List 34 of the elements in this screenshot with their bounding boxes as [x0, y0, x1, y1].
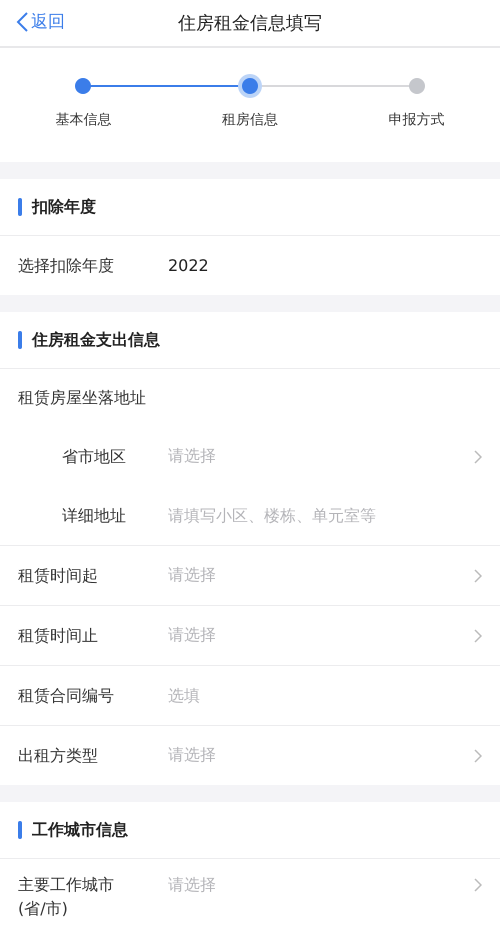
field-label: 租赁时间止	[18, 624, 99, 646]
field-label: 详细地址	[62, 504, 127, 526]
section-title: 扣除年度	[32, 196, 96, 218]
input-field[interactable]: 选填	[168, 686, 482, 705]
step-label: 租房信息	[222, 111, 278, 129]
select-field[interactable]: 请选择	[168, 745, 482, 766]
select-field[interactable]: 请选择	[168, 625, 482, 646]
section-marker	[18, 331, 22, 349]
field-label: 租赁时间起	[18, 564, 99, 586]
section-marker	[18, 821, 22, 839]
back-icon	[16, 10, 29, 32]
field-label: 租赁合同编号	[18, 684, 115, 706]
field-label: 出租方类型	[18, 744, 99, 766]
select-field[interactable]: 请选择	[168, 446, 482, 467]
chevron-right-icon	[474, 568, 482, 582]
step-label: 基本信息	[55, 111, 112, 129]
section-title: 工作城市信息	[32, 820, 128, 840]
field-value: 2022	[168, 256, 209, 275]
chevron-right-icon	[474, 628, 482, 642]
page-title: 住房租金信息填写	[178, 12, 322, 35]
chevron-right-icon	[474, 748, 482, 762]
field-label: 省市地区	[62, 446, 127, 468]
chevron-right-icon	[474, 878, 482, 892]
section-title: 住房租金支出信息	[32, 330, 160, 350]
section-marker	[18, 198, 22, 216]
input-field[interactable]: 请填写小区、楼栋、单元室等	[168, 506, 482, 525]
group-label: 租赁房屋坐落地址	[17, 386, 147, 408]
step-label: 申报方式	[388, 111, 445, 129]
back-button[interactable]: 返回	[14, 8, 67, 35]
field-label: 选择扣除年度	[18, 254, 115, 276]
field-label: 主要工作城市(省/市)	[18, 874, 115, 920]
select-field[interactable]: 请选择	[168, 565, 482, 586]
chevron-right-icon	[474, 450, 482, 464]
select-field[interactable]: 请选择	[168, 873, 482, 897]
